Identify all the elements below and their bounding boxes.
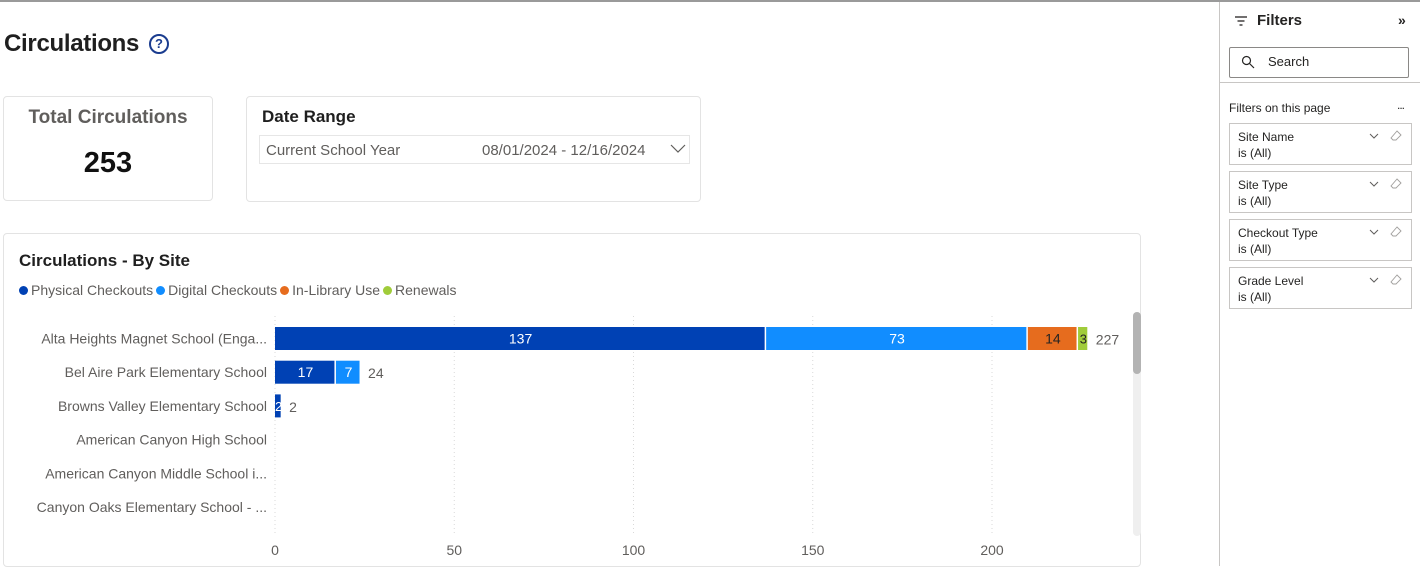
filter-name: Site Type xyxy=(1238,178,1288,192)
bar-data-label: 73 xyxy=(889,331,905,347)
eraser-icon[interactable] xyxy=(1390,130,1402,142)
eraser-icon[interactable] xyxy=(1390,178,1402,190)
date-range-preset: Current School Year xyxy=(266,142,401,159)
chevron-down-icon[interactable] xyxy=(670,140,686,156)
filters-pane-title: Filters xyxy=(1257,12,1303,29)
filter-card-checkout-type[interactable]: Checkout Type is (All) xyxy=(1229,219,1412,261)
bar-total-label: 2 xyxy=(289,399,297,415)
filters-section-label: Filters on this page xyxy=(1229,101,1331,115)
filter-value: is (All) xyxy=(1238,242,1272,256)
filter-name: Checkout Type xyxy=(1238,226,1318,240)
category-label: American Canyon Middle School i... xyxy=(45,465,267,481)
search-icon xyxy=(1241,55,1255,69)
filter-value: is (All) xyxy=(1238,194,1272,208)
category-label: Browns Valley Elementary School xyxy=(58,398,267,414)
bar-total-label: 227 xyxy=(1096,332,1120,348)
bar-data-label: 137 xyxy=(509,331,533,347)
x-tick-label: 100 xyxy=(622,542,646,558)
category-label: Bel Aire Park Elementary School xyxy=(65,364,267,380)
filter-card-site-type[interactable]: Site Type is (All) xyxy=(1229,171,1412,213)
eraser-icon[interactable] xyxy=(1390,226,1402,238)
report-canvas: Circulations ? Total Circulations 253 Da… xyxy=(0,2,1219,567)
chart-scroll-thumb[interactable] xyxy=(1133,312,1141,374)
category-label: Alta Heights Magnet School (Enga... xyxy=(41,331,267,347)
collapse-pane-icon[interactable]: » xyxy=(1398,12,1406,28)
x-tick-label: 0 xyxy=(271,542,279,558)
bar-data-label: 14 xyxy=(1045,331,1061,347)
kpi-title: Total Circulations xyxy=(28,107,188,128)
filter-card-grade-level[interactable]: Grade Level is (All) xyxy=(1229,267,1412,309)
date-range-value: 08/01/2024 - 12/16/2024 xyxy=(482,142,646,159)
date-range-slicer: Date Range Current School Year 08/01/202… xyxy=(246,96,701,202)
eraser-icon[interactable] xyxy=(1390,274,1402,286)
circulations-by-site-chart: Circulations - By Site Physical Checkout… xyxy=(3,233,1141,567)
bar-data-label: 7 xyxy=(345,364,353,380)
bar-data-label: 3 xyxy=(1080,332,1087,347)
filters-pane-header: Filters » xyxy=(1220,2,1420,42)
pane-divider xyxy=(1220,82,1420,83)
filter-value: is (All) xyxy=(1238,146,1272,160)
filter-card-site-name[interactable]: Site Name is (All) xyxy=(1229,123,1412,165)
help-icon[interactable]: ? xyxy=(149,34,169,54)
filters-search-input[interactable] xyxy=(1268,54,1398,69)
chevron-down-icon[interactable] xyxy=(1369,180,1379,188)
x-tick-label: 150 xyxy=(801,542,825,558)
kpi-value: 253 xyxy=(83,147,133,179)
total-circulations-card: Total Circulations 253 xyxy=(3,96,213,201)
chevron-down-icon[interactable] xyxy=(1369,132,1379,140)
more-options-icon[interactable]: ... xyxy=(1397,98,1405,112)
category-label: American Canyon High School xyxy=(76,432,267,448)
x-tick-label: 50 xyxy=(446,542,462,558)
date-range-title: Date Range xyxy=(262,107,356,126)
filter-name: Grade Level xyxy=(1238,274,1304,288)
x-tick-label: 200 xyxy=(980,542,1004,558)
bar-data-label: 2 xyxy=(275,399,282,414)
chevron-down-icon[interactable] xyxy=(1369,228,1379,236)
bar-total-label: 24 xyxy=(368,365,384,381)
filters-pane: Filters » Filters on this page ... Site … xyxy=(1219,2,1420,566)
page-title: Circulations xyxy=(4,30,140,57)
category-label: Canyon Oaks Elementary School - ... xyxy=(37,499,267,515)
bar-data-label: 17 xyxy=(298,364,314,380)
date-range-dropdown[interactable]: Current School Year 08/01/2024 - 12/16/2… xyxy=(259,135,690,164)
filter-value: is (All) xyxy=(1238,290,1272,304)
filters-search-box[interactable] xyxy=(1229,47,1409,78)
filter-name: Site Name xyxy=(1238,130,1295,144)
chart-scrollbar[interactable] xyxy=(1133,312,1141,536)
filter-icon xyxy=(1235,16,1247,26)
chart-plot: 0 50 100 150 200 Alta Heights Magnet School (… xyxy=(37,316,1120,558)
chevron-down-icon[interactable] xyxy=(1369,276,1379,284)
